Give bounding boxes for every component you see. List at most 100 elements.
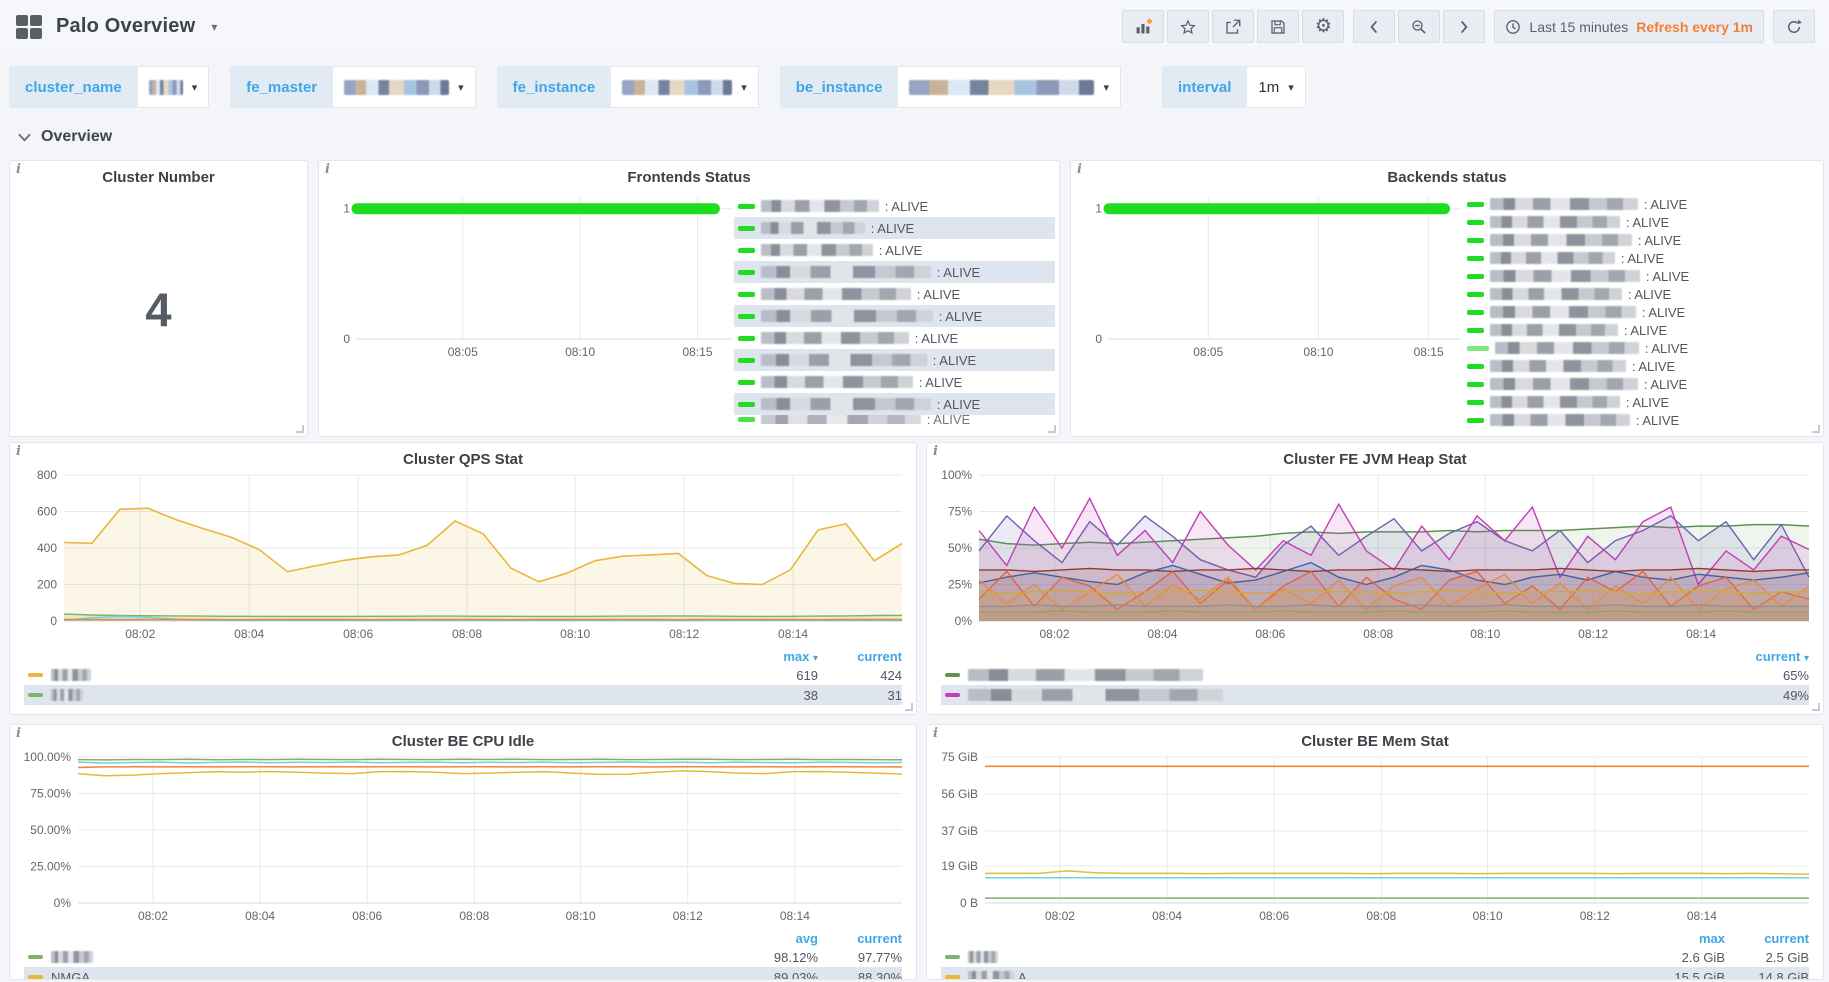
mem-stat-chart[interactable]: 75 GiB56 GiB37 GiB19 GiB0 B08:0208:0408:… [933, 751, 1817, 925]
dashboard-title-dropdown[interactable]: Palo Overview ▾ [16, 15, 217, 39]
status-legend-row[interactable]: : ALIVE [1463, 249, 1819, 267]
info-icon[interactable]: i [325, 162, 330, 177]
svg-text:08:02: 08:02 [1045, 909, 1075, 923]
status-legend-row[interactable]: : ALIVE [1463, 321, 1819, 339]
status-legend-row[interactable]: : ALIVE [734, 349, 1055, 371]
zoom-out-button[interactable] [1398, 10, 1440, 43]
star-button[interactable] [1167, 10, 1209, 43]
panel-title[interactable]: Cluster BE CPU Idle [10, 725, 916, 751]
panel-cluster-number: i Cluster Number 4 [9, 160, 308, 437]
legend-sort-max[interactable]: max ▾ [734, 649, 818, 664]
status-legend-row[interactable]: : ALIVE [734, 327, 1055, 349]
svg-text:08:12: 08:12 [1578, 627, 1608, 641]
panel-title[interactable]: Cluster FE JVM Heap Stat [927, 443, 1823, 469]
panel-title[interactable]: Cluster BE Mem Stat [927, 725, 1823, 751]
legend-row[interactable]: 619424 [24, 665, 902, 685]
status-legend-row[interactable]: : ALIVE [734, 195, 1055, 217]
panel-backends-status: i Backends status 1008:0508:1008:15 : AL… [1070, 160, 1824, 437]
panel-title[interactable]: Frontends Status [319, 161, 1059, 187]
info-icon[interactable]: i [16, 726, 21, 741]
legend-row[interactable]: 3831 [24, 685, 902, 705]
svg-text:50%: 50% [948, 541, 972, 555]
info-icon[interactable]: i [16, 444, 21, 459]
info-icon[interactable]: i [933, 726, 938, 741]
panel-cluster-qps: i Cluster QPS Stat 800600400200008:0208:… [9, 442, 917, 715]
status-legend-row[interactable]: : ALIVE [1463, 375, 1819, 393]
info-icon[interactable]: i [16, 162, 21, 177]
status-legend-row-clipped[interactable]: : ALIVE [734, 415, 1055, 424]
share-button[interactable] [1212, 10, 1254, 43]
redacted-host [761, 288, 911, 300]
add-panel-button[interactable] [1122, 10, 1164, 43]
status-legend-row[interactable]: : ALIVE [1463, 357, 1819, 375]
status-legend-row[interactable]: : ALIVE [734, 305, 1055, 327]
time-forward-button[interactable] [1443, 10, 1485, 43]
legend-sort-current[interactable]: current ▾ [1725, 649, 1809, 664]
status-text: : ALIVE [1642, 305, 1685, 320]
status-legend-row[interactable]: : ALIVE [1463, 393, 1819, 411]
resize-handle[interactable] [296, 425, 304, 433]
refresh-button[interactable] [1773, 10, 1815, 43]
panel-title[interactable]: Cluster Number [10, 161, 307, 187]
qps-chart[interactable]: 800600400200008:0208:0408:0608:0808:1008… [16, 469, 910, 643]
status-legend-row[interactable]: : ALIVE [1463, 339, 1819, 357]
svg-text:56 GiB: 56 GiB [941, 787, 978, 801]
variable-value-dropdown[interactable]: 1m▾ [1247, 66, 1305, 108]
time-back-button[interactable] [1353, 10, 1395, 43]
status-legend-row[interactable]: : ALIVE [734, 239, 1055, 261]
legend-row[interactable]: 65% [941, 665, 1809, 685]
status-legend-row[interactable]: : ALIVE [1463, 267, 1819, 285]
status-legend-row[interactable]: : ALIVE [1463, 285, 1819, 303]
variable-value-dropdown[interactable]: ▾ [898, 66, 1121, 108]
status-legend-row[interactable]: : ALIVE [734, 371, 1055, 393]
status-legend-row[interactable]: : ALIVE [734, 393, 1055, 415]
resize-handle[interactable] [1048, 425, 1056, 433]
legend-sort-current[interactable]: current [818, 649, 902, 664]
page-title: Palo Overview [56, 15, 195, 38]
legend-sort-current[interactable]: current [818, 931, 902, 946]
legend-row[interactable]: NMGA 89.03%88.30% [24, 967, 902, 980]
time-range-picker[interactable]: Last 15 minutes Refresh every 1m [1494, 10, 1764, 43]
status-legend-row[interactable]: : ALIVE [734, 283, 1055, 305]
backends-status-chart[interactable]: 1008:0508:1008:15 [1083, 187, 1469, 361]
legend-sort-avg[interactable]: avg [734, 931, 818, 946]
panel-frontends-status: i Frontends Status 1008:0508:1008:15 : A… [318, 160, 1060, 437]
variable-value-dropdown[interactable]: ▾ [333, 66, 476, 108]
legend-row[interactable]: 2.6 GiB2.5 GiB [941, 947, 1809, 967]
legend-sort-current[interactable]: current [1725, 931, 1809, 946]
legend-row[interactable]: 98.12%97.77% [24, 947, 902, 967]
redacted-host [1490, 234, 1632, 246]
status-legend-row[interactable]: : ALIVE [1463, 213, 1819, 231]
variable-value-dropdown[interactable]: ▾ [611, 66, 759, 108]
jvm-heap-chart[interactable]: 100%75%50%25%0%08:0208:0408:0608:0808:10… [933, 469, 1817, 643]
resize-handle[interactable] [905, 703, 913, 711]
status-legend-row[interactable]: : ALIVE [734, 217, 1055, 239]
frontends-status-chart[interactable]: 1008:0508:1008:15 [331, 187, 740, 361]
resize-handle[interactable] [1812, 703, 1820, 711]
status-legend-row[interactable]: : ALIVE [734, 261, 1055, 283]
panel-title[interactable]: Cluster QPS Stat [10, 443, 916, 469]
settings-button[interactable]: ⚙ [1302, 10, 1344, 43]
variable-value-dropdown[interactable]: ▾ [138, 66, 210, 108]
status-legend-row[interactable]: : ALIVE [1463, 195, 1819, 213]
grafana-dashboards-icon[interactable] [16, 15, 42, 39]
row-toggle-overview[interactable]: Overview [0, 116, 220, 154]
legend-row[interactable]: 49% [941, 685, 1809, 705]
info-icon[interactable]: i [933, 444, 938, 459]
status-text: : ALIVE [937, 265, 980, 280]
panel-title[interactable]: Backends status [1071, 161, 1823, 187]
legend-current-value: 424 [818, 668, 902, 683]
status-legend-row[interactable]: : ALIVE [1463, 303, 1819, 321]
redacted-host [1490, 288, 1622, 300]
status-legend-row[interactable]: : ALIVE [1463, 231, 1819, 249]
resize-handle[interactable] [1812, 425, 1820, 433]
share-icon [1224, 18, 1242, 36]
series-marker [738, 226, 755, 231]
legend-row[interactable]: A 15.5 GiB14.8 GiB [941, 967, 1809, 980]
status-legend-row[interactable]: : ALIVE [1463, 411, 1819, 429]
svg-text:08:08: 08:08 [1366, 909, 1396, 923]
save-button[interactable] [1257, 10, 1299, 43]
info-icon[interactable]: i [1077, 162, 1082, 177]
cpu-idle-chart[interactable]: 100.00%75.00%50.00%25.00%0%08:0208:0408:… [16, 751, 910, 925]
legend-sort-max[interactable]: max [1641, 931, 1725, 946]
